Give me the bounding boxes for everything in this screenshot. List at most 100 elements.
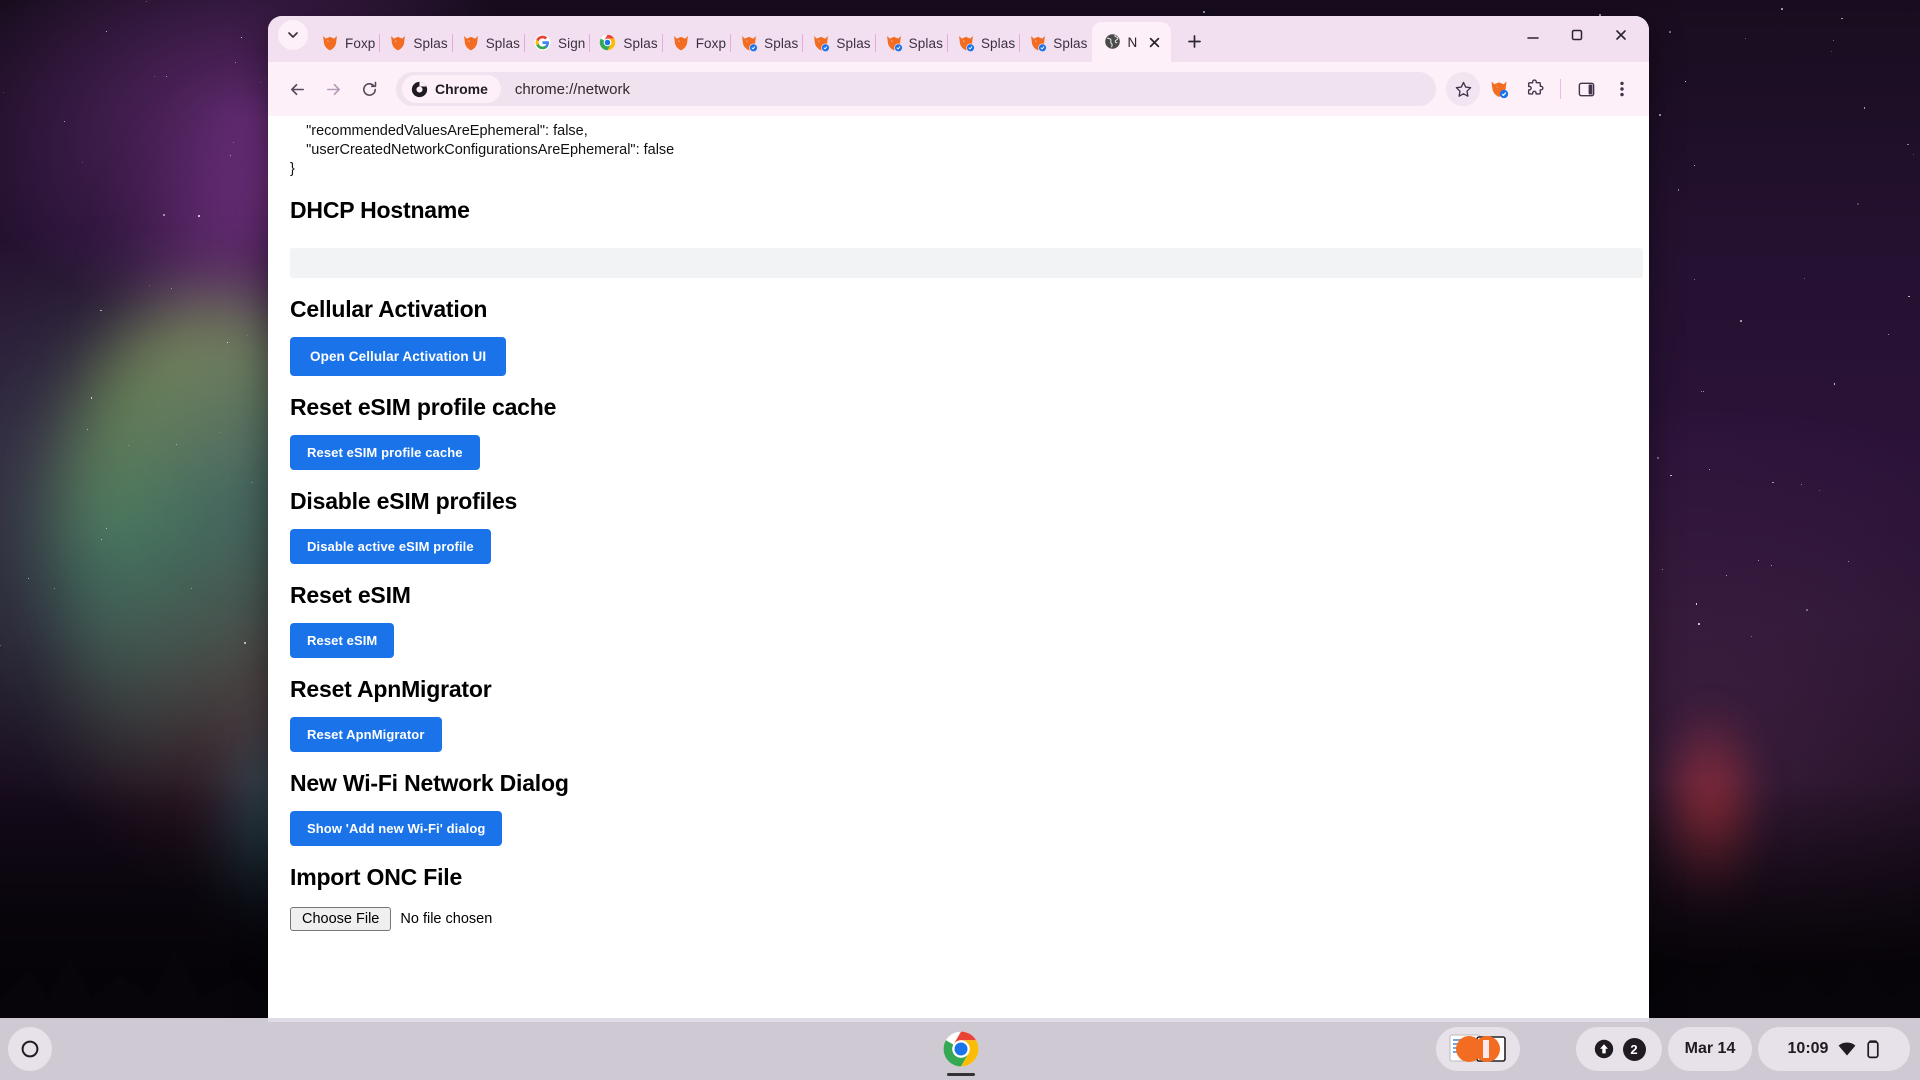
reload-icon[interactable] [352, 72, 386, 106]
foxyproxy-icon [672, 34, 690, 52]
network-state-json: "recommendedValuesAreEphemeral": false, … [268, 116, 1649, 179]
tab-active[interactable]: N [1091, 22, 1172, 62]
action-button[interactable]: Reset eSIM profile cache [290, 435, 480, 470]
tab-label: N [1127, 34, 1138, 50]
action-button[interactable]: Reset ApnMigrator [290, 717, 442, 752]
window-capture-button[interactable] [1436, 1027, 1520, 1071]
tab[interactable]: Foxp [312, 24, 379, 62]
google-icon [534, 34, 552, 52]
action-button[interactable]: Show 'Add new Wi-Fi' dialog [290, 811, 503, 846]
tab-label: Foxp [695, 35, 727, 51]
section-heading: Reset ApnMigrator [290, 676, 492, 702]
tab-label: Splas [1053, 35, 1088, 51]
shelf-time: 10:09 [1787, 1040, 1829, 1057]
tab-list: Foxp Splas Splas Sign Splas Foxp Splas S… [312, 16, 1172, 62]
tab[interactable]: Splas [803, 24, 874, 62]
launcher-circle-icon [21, 1040, 39, 1058]
json-line: "userCreatedNetworkConfigurationsAreEphe… [290, 142, 675, 158]
shelf-date: Mar 14 [1684, 1040, 1736, 1057]
chromeos-shelf: 2 Mar 14 10:09 [0, 1018, 1920, 1080]
minimize-button[interactable] [1511, 16, 1555, 54]
foxyproxy-extension-icon[interactable] [1482, 72, 1516, 106]
network-debug-sections: DHCP Hostname Cellular Activation Open Cel… [268, 197, 1649, 931]
tab-label: Sign [557, 35, 586, 51]
puzzle-icon[interactable] [1518, 72, 1552, 106]
browser-window: Foxp Splas Splas Sign Splas Foxp Splas S… [268, 16, 1649, 1022]
section-heading: Disable eSIM profiles [290, 488, 518, 514]
chevron-down-icon[interactable] [278, 20, 308, 50]
address-bar[interactable]: Chrome chrome://network [396, 72, 1436, 106]
foxyproxy-badge-icon [885, 34, 903, 53]
foxyproxy-icon [321, 34, 339, 52]
onc-file-input-row: Choose File No file chosen [290, 907, 1649, 931]
foxyproxy-badge-icon [957, 34, 975, 53]
three-dot-menu-icon[interactable] [1605, 72, 1639, 106]
section-heading: DHCP Hostname [290, 197, 470, 223]
json-line: "recommendedValuesAreEphemeral": false, [290, 123, 588, 139]
maximize-button[interactable] [1555, 16, 1599, 54]
launcher-button[interactable] [8, 1027, 52, 1071]
tab-strip: Foxp Splas Splas Sign Splas Foxp Splas S… [268, 16, 1649, 62]
tab[interactable]: Foxp [663, 24, 730, 62]
browser-toolbar: Chrome chrome://network [268, 62, 1649, 116]
tab[interactable]: Splas [876, 24, 947, 62]
dhcp-hostname-input[interactable] [290, 248, 1643, 278]
choose-file-button[interactable]: Choose File [290, 907, 392, 931]
window-controls [1511, 16, 1643, 62]
foxyproxy-badge-icon [740, 34, 758, 53]
foxyproxy-icon [389, 34, 407, 52]
toolbar-divider [1560, 79, 1561, 99]
system-tray-button[interactable]: 10:09 [1758, 1027, 1910, 1071]
action-button[interactable]: Open Cellular Activation UI [290, 337, 507, 376]
notification-count-badge: 2 [1622, 1037, 1646, 1061]
date-tray-button[interactable]: Mar 14 [1668, 1027, 1752, 1071]
chrome-origin-chip[interactable]: Chrome [402, 75, 501, 103]
battery-icon [1867, 1040, 1880, 1059]
wifi-icon [1839, 1042, 1856, 1056]
tab[interactable]: Splas [731, 24, 802, 62]
close-icon[interactable] [1143, 31, 1165, 53]
tab[interactable]: Splas [948, 24, 1019, 62]
foxyproxy-badge-icon [1029, 34, 1048, 53]
status-tray-notifications[interactable]: 2 [1576, 1027, 1662, 1071]
globe-icon [1104, 33, 1122, 51]
tab-label: Splas [413, 35, 448, 51]
json-line: } [290, 161, 295, 177]
tab-label: Foxp [345, 35, 376, 51]
new-tab-button[interactable] [1179, 26, 1209, 56]
tab[interactable]: Splas [590, 24, 661, 62]
foxyproxy-icon [462, 34, 480, 52]
tab-label: Splas [836, 35, 871, 51]
chrome-mono-icon [411, 81, 428, 97]
back-arrow-icon[interactable] [280, 72, 314, 106]
tab-label: Splas [485, 35, 520, 51]
forward-arrow-icon[interactable] [316, 72, 350, 106]
action-button[interactable]: Disable active eSIM profile [290, 529, 491, 564]
chrome-icon [943, 1031, 979, 1067]
star-icon[interactable] [1446, 72, 1480, 106]
tab[interactable]: Splas [380, 24, 451, 62]
tab-label: Splas [980, 35, 1016, 51]
foxyproxy-badge-icon [812, 34, 831, 53]
section-heading: Reset eSIM profile cache [290, 394, 557, 420]
tab-label: Splas [764, 35, 799, 51]
side-panel-icon[interactable] [1569, 72, 1603, 106]
upload-arrow-icon [1594, 1039, 1613, 1059]
action-button[interactable]: Reset eSIM [290, 623, 395, 658]
url-text: chrome://network [514, 80, 630, 98]
window-capture-icon [1449, 1034, 1506, 1062]
tab[interactable]: Sign [525, 24, 589, 62]
chrome-icon [599, 34, 617, 52]
tab[interactable]: Splas [453, 24, 524, 62]
close-window-button[interactable] [1599, 16, 1643, 54]
chrome-active-indicator [947, 1073, 975, 1076]
page-content: "recommendedValuesAreEphemeral": false, … [268, 116, 1649, 1022]
tab-label: Splas [623, 35, 658, 51]
file-status-label: No file chosen [400, 911, 493, 927]
section-heading: Cellular Activation [290, 296, 488, 322]
chromeos-desktop: Foxp Splas Splas Sign Splas Foxp Splas S… [0, 0, 1920, 1080]
section-heading: New Wi-Fi Network Dialog [290, 770, 569, 796]
shelf-item-chrome[interactable] [938, 1026, 984, 1072]
tab[interactable]: Splas [1020, 24, 1091, 62]
chrome-chip-label: Chrome [435, 81, 488, 97]
